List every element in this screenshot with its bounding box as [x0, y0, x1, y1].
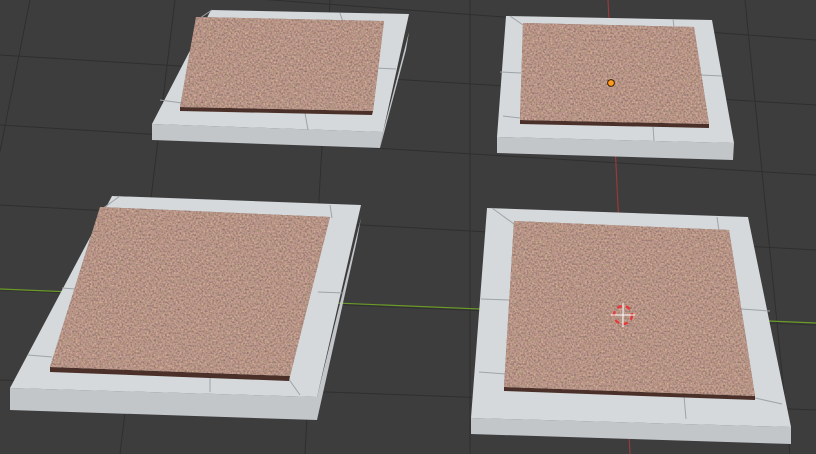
granite-surface	[180, 17, 384, 111]
3d-viewport[interactable]	[0, 0, 816, 454]
tile-bottom-left[interactable]	[10, 195, 361, 420]
granite-surface	[504, 221, 755, 396]
tile-top-left[interactable]	[152, 9, 409, 148]
viewport-canvas[interactable]	[0, 0, 816, 454]
tile-bottom-right[interactable]	[471, 207, 791, 444]
granite-surface	[520, 23, 709, 124]
tile-top-right[interactable]	[497, 15, 734, 160]
object-origin-marker[interactable]	[607, 79, 615, 87]
